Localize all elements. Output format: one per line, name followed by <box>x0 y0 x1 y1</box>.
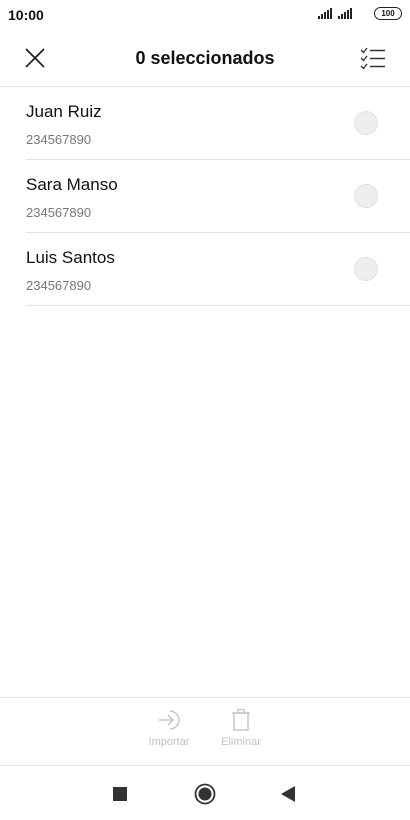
home-button[interactable] <box>191 780 219 808</box>
action-bar-divider <box>0 697 410 698</box>
contact-name: Sara Manso <box>26 175 118 194</box>
status-icons: 100 <box>318 7 402 20</box>
back-button[interactable] <box>274 780 302 808</box>
import-label: Importar <box>148 736 190 748</box>
trash-icon <box>232 708 250 731</box>
import-arrow-icon <box>159 710 180 730</box>
select-radio[interactable] <box>354 184 378 208</box>
contact-list: Juan Ruiz 234567890 Sara Manso 234567890… <box>0 87 410 306</box>
action-bar: Importar Eliminar <box>0 700 410 764</box>
status-time: 10:00 <box>8 7 44 23</box>
list-item[interactable]: Juan Ruiz 234567890 <box>26 87 410 160</box>
circle-icon <box>194 783 216 805</box>
delete-label: Eliminar <box>221 736 261 748</box>
status-bar: 10:00 100 <box>0 0 410 30</box>
triangle-back-icon <box>281 786 295 802</box>
list-item[interactable]: Luis Santos 234567890 <box>26 233 410 306</box>
contact-phone: 234567890 <box>26 132 92 147</box>
signal-icon <box>318 8 332 19</box>
select-all-button[interactable] <box>356 41 390 75</box>
app-bar: 0 seleccionados <box>0 30 410 86</box>
recents-button[interactable] <box>106 780 134 808</box>
checklist-icon <box>360 47 385 70</box>
contact-phone: 234567890 <box>26 205 92 220</box>
signal-icon <box>338 8 352 19</box>
square-icon <box>113 787 127 801</box>
select-radio[interactable] <box>354 111 378 135</box>
contact-name: Luis Santos <box>26 248 115 267</box>
list-item[interactable]: Sara Manso 234567890 <box>26 160 410 233</box>
page-title: 0 seleccionados <box>135 48 275 68</box>
contact-name: Juan Ruiz <box>26 102 102 121</box>
import-button[interactable]: Importar <box>139 708 199 748</box>
contact-phone: 234567890 <box>26 278 92 293</box>
delete-button[interactable]: Eliminar <box>211 708 271 748</box>
system-nav-bar <box>0 766 410 820</box>
battery-icon: 100 <box>374 7 402 20</box>
select-radio[interactable] <box>354 257 378 281</box>
